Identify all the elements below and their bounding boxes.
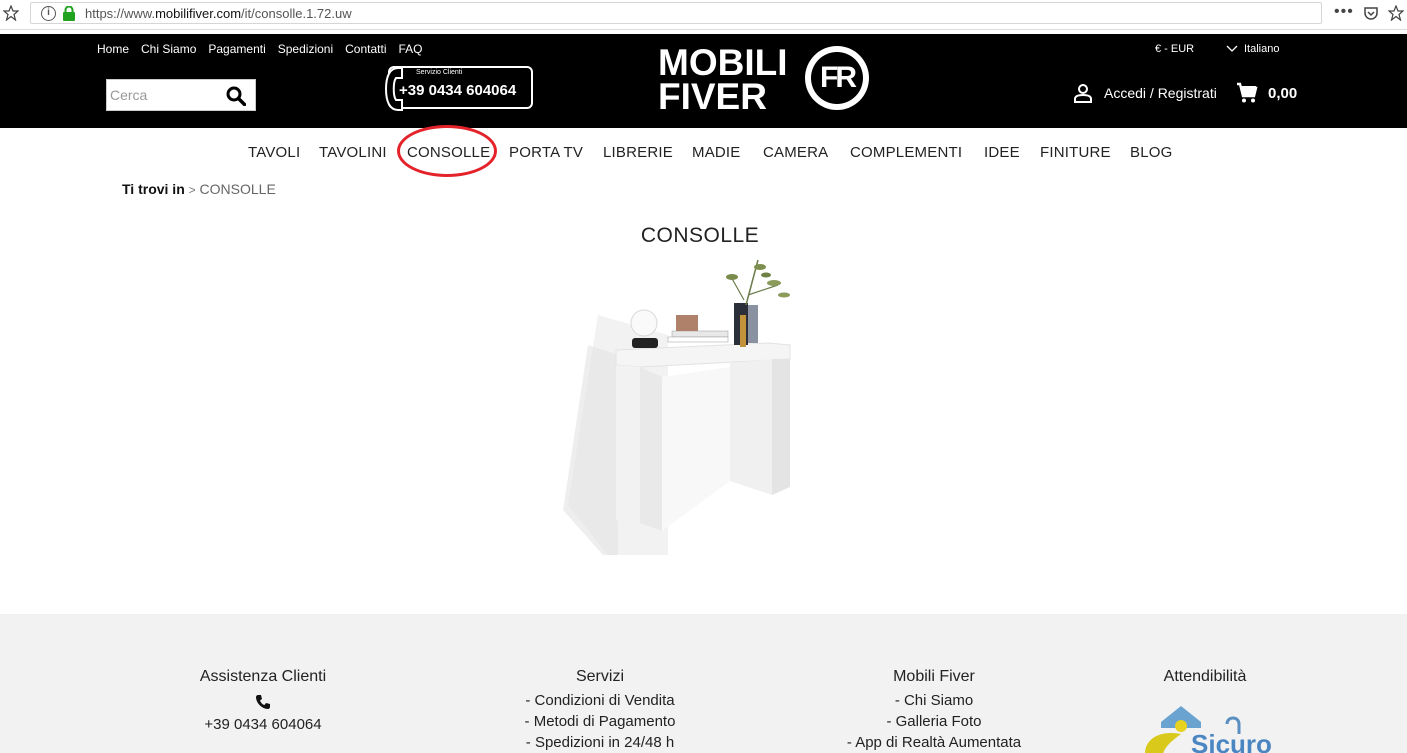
url-prefix: https://www. [85,6,156,21]
lock-icon[interactable] [62,6,76,21]
logo-line-1: MOBILI [658,42,788,83]
cart-icon[interactable] [1236,82,1258,104]
consolle-product-image[interactable] [548,255,808,560]
nav-item-complementi[interactable]: COMPLEMENTI [850,144,962,161]
footer-link-pagamento[interactable]: - Metodi di Pagamento [490,713,710,730]
currency-selector[interactable]: € - EUR [1155,43,1194,55]
search-box [106,79,256,111]
phone-label: Servizio Clienti [416,69,463,76]
top-link-pagamenti[interactable]: Pagamenti [208,42,265,56]
page-actions-menu[interactable]: ••• [1334,3,1354,21]
footer-heading-servizi: Servizi [575,668,624,685]
footer-col-assistenza: Assistenza Clienti +39 0434 604064 [178,668,348,733]
site-footer: Assistenza Clienti +39 0434 604064 Servi… [0,614,1407,753]
language-label: Italiano [1244,43,1280,55]
footer-link-galleria[interactable]: - Galleria Foto [824,713,1044,730]
info-icon[interactable]: i [41,6,56,21]
cart-total[interactable]: 0,00 [1268,85,1297,102]
top-link-faq[interactable]: FAQ [398,42,422,56]
footer-col-mobili-fiver: Mobili Fiver - Chi Siamo - Galleria Foto… [824,668,1044,751]
bookmark-star-icon[interactable] [3,5,19,21]
nav-item-madie[interactable]: MADIE [692,144,741,161]
top-links: Home Chi Siamo Pagamenti Spedizioni Cont… [97,42,435,56]
top-link-spedizioni[interactable]: Spedizioni [278,42,333,56]
browser-toolbar: i https://www.mobilifiver.com/it/consoll… [0,0,1407,30]
nav-item-librerie[interactable]: LIBRERIE [603,144,673,161]
footer-link-condizioni[interactable]: - Condizioni di Vendita [490,692,710,709]
bookmark-star-icon[interactable] [1388,5,1404,21]
footer-col-servizi: Servizi - Condizioni di Vendita - Metodi… [490,668,710,751]
site-header: Home Chi Siamo Pagamenti Spedizioni Cont… [0,34,1407,128]
phone-number: +39 0434 604064 [399,82,517,99]
url-domain: mobilifiver.com [155,6,242,21]
search-input[interactable] [110,85,220,105]
breadcrumb-label: Ti trovi in [122,181,185,197]
footer-heading-assistenza: Assistenza Clienti [199,668,327,685]
phone-icon [256,695,270,709]
main-navigation: TAVOLI TAVOLINI CONSOLLE PORTA TV LIBRER… [0,128,1407,176]
url-path: /it/consolle.1.72.uw [241,6,352,21]
breadcrumb: Ti trovi in > CONSOLLE [122,181,276,197]
breadcrumb-current[interactable]: CONSOLLE [200,181,276,197]
nav-item-porta-tv[interactable]: PORTA TV [509,144,583,161]
pocket-icon[interactable] [1363,5,1379,21]
footer-link-app-ar[interactable]: - App di Realtà Aumentata [824,734,1044,751]
nav-item-camera[interactable]: CAMERA [763,144,828,161]
search-icon[interactable] [226,86,246,106]
seal-text: Sicuro [1191,729,1272,753]
nav-item-finiture[interactable]: FINITURE [1040,144,1111,161]
nav-item-tavoli[interactable]: TAVOLI [248,144,300,161]
chevron-down-icon [1226,45,1238,52]
top-link-home[interactable]: Home [97,42,129,56]
footer-phone[interactable]: +39 0434 604064 [178,716,348,733]
nav-item-tavolini[interactable]: TAVOLINI [319,144,387,161]
logo-badge[interactable]: FR [805,46,869,110]
footer-heading-attendibilita: Attendibilità [1163,668,1247,685]
top-link-contatti[interactable]: Contatti [345,42,386,56]
login-register-link[interactable]: Accedi / Registrati [1104,85,1217,101]
footer-col-attendibilita: Attendibilità [1140,668,1270,686]
footer-link-spedizioni[interactable]: - Spedizioni in 24/48 h [490,734,710,751]
user-icon[interactable] [1073,83,1093,103]
customer-service-phone[interactable]: Servizio Clienti +39 0434 604064 [384,66,533,111]
logo-line-2: FIVER [658,76,767,117]
address-bar[interactable]: i https://www.mobilifiver.com/it/consoll… [30,2,1322,24]
nav-item-idee[interactable]: IDEE [984,144,1020,161]
breadcrumb-separator: > [188,183,196,197]
footer-heading-mobili-fiver: Mobili Fiver [893,668,975,685]
trust-seal-icon[interactable]: Sicuro [1143,704,1273,753]
top-link-chi-siamo[interactable]: Chi Siamo [141,42,196,56]
language-selector[interactable]: Italiano [1226,43,1279,55]
footer-link-chi-siamo[interactable]: - Chi Siamo [824,692,1044,709]
site-logo[interactable]: MOBILI FIVER [658,42,788,117]
logo-badge-text: FR [811,52,863,104]
highlight-annotation [397,125,497,177]
page-title: CONSOLLE [640,224,760,247]
nav-item-blog[interactable]: BLOG [1130,144,1172,161]
url-text[interactable]: https://www.mobilifiver.com/it/consolle.… [85,6,352,21]
